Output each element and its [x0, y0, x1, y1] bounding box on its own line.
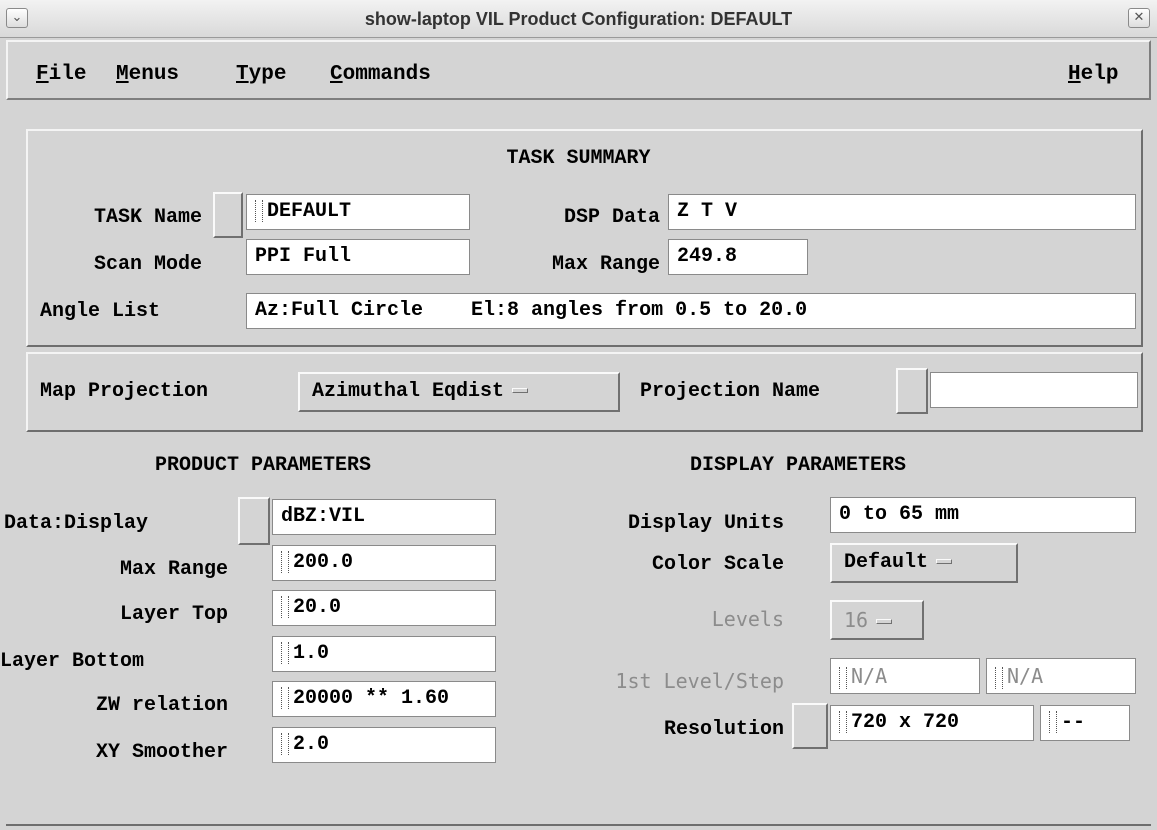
task-name-field[interactable]: DEFAULT — [246, 194, 470, 230]
product-parameters-heading: PRODUCT PARAMETERS — [155, 454, 372, 477]
data-display-field[interactable]: dBZ:VIL — [272, 499, 496, 535]
task-name-label: TASK Name — [93, 206, 202, 229]
layer-bottom-value: 1.0 — [293, 642, 330, 665]
step-value: N/A — [1007, 664, 1044, 688]
map-projection-label: Map Projection — [40, 380, 209, 403]
data-display-select-button[interactable] — [238, 497, 270, 545]
task-name-value: DEFAULT — [267, 200, 352, 223]
task-name-select-button[interactable] — [213, 192, 243, 238]
zw-relation-field[interactable]: 20000 ** 1.60 — [272, 681, 496, 717]
color-scale-value: Default — [844, 551, 929, 574]
menu-type-mnemonic: T — [236, 63, 249, 86]
window-title: show-laptop VIL Product Configuration: D… — [364, 9, 793, 29]
menu-menus-label: enus — [128, 63, 180, 86]
menu-commands[interactable]: Commands — [330, 61, 431, 89]
projection-name-label: Projection Name — [640, 380, 821, 403]
text-cursor-icon — [839, 710, 847, 733]
map-projection-value: Azimuthal Eqdist — [312, 380, 505, 403]
resolution-extra-value: -- — [1061, 711, 1086, 734]
resolution-select-button[interactable] — [792, 703, 828, 749]
dsp-data-label: DSP Data — [563, 206, 660, 229]
levels-value: 16 — [844, 608, 869, 632]
first-level-field[interactable]: N/A — [830, 658, 980, 694]
projection-name-select-button[interactable] — [896, 368, 928, 414]
menu-type[interactable]: Type — [236, 61, 286, 89]
scan-mode-label: Scan Mode — [93, 253, 202, 276]
dropdown-indicator-icon — [876, 619, 893, 624]
menu-type-label: ype — [248, 63, 287, 86]
menu-help-label: elp — [1080, 63, 1119, 86]
levels-label: Levels — [711, 607, 784, 631]
product-max-range-label: Max Range — [119, 558, 228, 581]
text-cursor-icon — [281, 641, 289, 664]
menu-file-mnemonic: F — [36, 63, 49, 86]
menu-file-label: ile — [48, 63, 87, 86]
resolution-value: 720 x 720 — [851, 711, 960, 734]
product-max-range-value: 200.0 — [293, 551, 354, 574]
product-max-range-field[interactable]: 200.0 — [272, 545, 496, 581]
close-icon: ✕ — [1133, 10, 1145, 25]
text-cursor-icon — [281, 595, 289, 618]
menu-help-mnemonic: H — [1068, 63, 1081, 86]
text-cursor-icon — [255, 199, 263, 222]
menu-help[interactable]: Help — [1068, 61, 1118, 89]
layer-bottom-field[interactable]: 1.0 — [272, 636, 496, 672]
zw-relation-label: ZW relation — [95, 694, 228, 717]
scan-mode-field[interactable]: PPI Full — [246, 239, 470, 275]
resolution-label: Resolution — [663, 718, 784, 741]
angle-list-label: Angle List — [40, 300, 161, 323]
xy-smoother-value: 2.0 — [293, 733, 330, 756]
xy-smoother-label: XY Smoother — [95, 741, 228, 764]
layer-top-label: Layer Top — [119, 603, 228, 626]
menu-menus[interactable]: Menus — [116, 61, 179, 89]
window-bottom-edge — [6, 824, 1151, 826]
text-cursor-icon — [281, 732, 289, 755]
first-level-value: N/A — [851, 664, 888, 688]
map-projection-dropdown[interactable]: Azimuthal Eqdist — [298, 372, 620, 412]
projection-name-field[interactable] — [930, 372, 1138, 408]
text-cursor-icon — [995, 666, 1003, 689]
resolution-field[interactable]: 720 x 720 — [830, 705, 1034, 741]
levels-dropdown[interactable]: 16 — [830, 600, 924, 640]
layer-bottom-label: Layer Bottom — [0, 650, 145, 673]
menu-commands-label: ommands — [342, 63, 431, 86]
display-parameters-heading: DISPLAY PARAMETERS — [690, 454, 907, 477]
display-units-label: Display Units — [627, 512, 784, 535]
close-button[interactable]: ✕ — [1128, 8, 1150, 28]
xy-smoother-field[interactable]: 2.0 — [272, 727, 496, 763]
color-scale-label: Color Scale — [651, 553, 784, 576]
text-cursor-icon — [281, 550, 289, 573]
color-scale-dropdown[interactable]: Default — [830, 543, 1018, 583]
dsp-data-field[interactable]: Z T V — [668, 194, 1136, 230]
dropdown-indicator-icon — [936, 559, 953, 565]
menu-file[interactable]: File — [36, 61, 86, 89]
max-range-field[interactable]: 249.8 — [668, 239, 808, 275]
task-summary-heading: TASK SUMMARY — [506, 147, 651, 170]
layer-top-field[interactable]: 20.0 — [272, 590, 496, 626]
data-display-label: Data:Display — [4, 512, 149, 535]
dropdown-indicator-icon — [512, 388, 529, 394]
text-cursor-icon — [281, 686, 289, 709]
first-level-step-label: 1st Level/Step — [615, 669, 784, 693]
layer-top-value: 20.0 — [293, 596, 342, 619]
text-cursor-icon — [839, 666, 847, 689]
angle-list-field[interactable]: Az:Full Circle El:8 angles from 0.5 to 2… — [246, 293, 1136, 329]
resolution-extra-field[interactable]: -- — [1040, 705, 1130, 741]
menu-menus-mnemonic: M — [116, 63, 129, 86]
zw-relation-value: 20000 ** 1.60 — [293, 687, 450, 710]
max-range-label: Max Range — [551, 253, 660, 276]
display-units-field[interactable]: 0 to 65 mm — [830, 497, 1136, 533]
menu-commands-mnemonic: C — [330, 63, 343, 86]
step-field[interactable]: N/A — [986, 658, 1136, 694]
text-cursor-icon — [1049, 710, 1057, 733]
